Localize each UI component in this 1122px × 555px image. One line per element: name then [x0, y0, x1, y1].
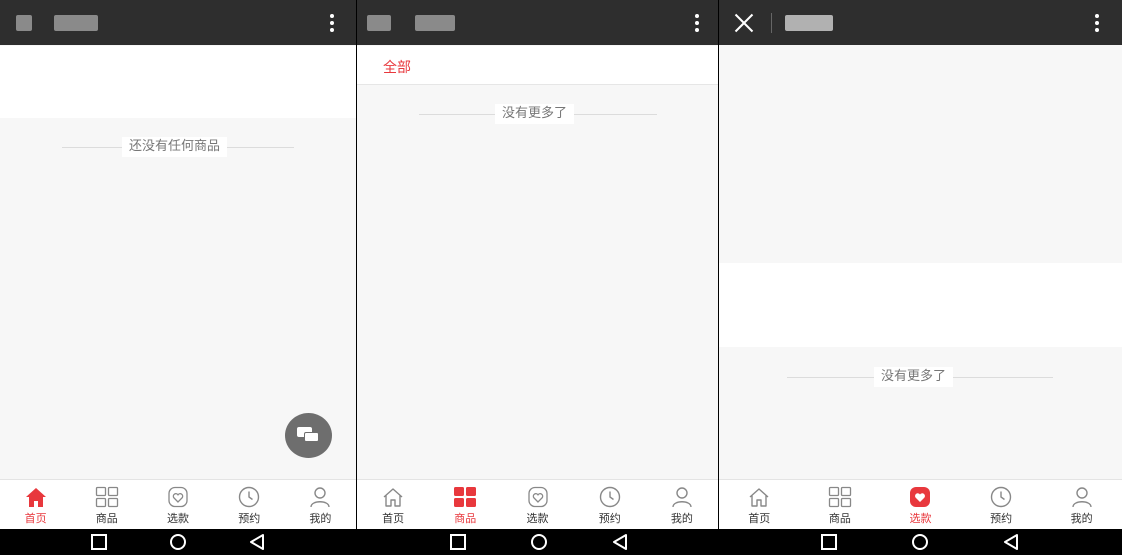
home-circle-icon[interactable]	[169, 534, 187, 550]
tab-label: 商品	[95, 512, 118, 525]
grid-icon	[453, 486, 477, 508]
back-triangle-icon[interactable]	[248, 534, 266, 550]
header-panel	[0, 46, 356, 118]
tab-person[interactable]: 我的	[646, 480, 718, 529]
screen-home: 还没有任何商品 首页 商品 选款 预约 我的	[0, 0, 356, 529]
category-tab-all[interactable]: 全部	[383, 57, 411, 77]
tab-grid[interactable]: 商品	[429, 480, 501, 529]
shop-title-blurred	[415, 15, 455, 31]
back-triangle-icon[interactable]	[1002, 534, 1020, 550]
home-icon	[747, 486, 771, 508]
clock-icon	[989, 486, 1013, 508]
tab-label: 商品	[828, 512, 851, 525]
more-menu-icon[interactable]	[325, 12, 339, 34]
system-navigation-bar	[0, 529, 1122, 555]
tab-heart-bag[interactable]: 选款	[880, 480, 961, 529]
tab-heart-bag[interactable]: 选款	[142, 480, 213, 529]
end-of-list: 没有更多了	[719, 367, 1122, 387]
shop-title-blurred	[367, 15, 391, 31]
screen-products: 全部 没有更多了 首页 商品 选款 预约 我的	[357, 0, 718, 529]
tab-label: 我的	[670, 512, 693, 525]
tab-label: 首页	[382, 512, 405, 525]
divider	[771, 13, 772, 33]
tab-label: 商品	[454, 512, 477, 525]
tab-grid[interactable]: 商品	[71, 480, 142, 529]
bottom-tab-bar: 首页 商品 选款 预约 我的	[719, 479, 1122, 529]
tab-label: 我的	[309, 512, 332, 525]
tab-label: 选款	[167, 512, 189, 525]
tab-label: 选款	[526, 512, 549, 525]
tab-label: 预约	[598, 512, 621, 525]
more-menu-icon[interactable]	[1090, 12, 1104, 34]
recent-apps-square-icon[interactable]	[449, 534, 467, 550]
top-bar	[719, 0, 1122, 45]
page-title-blurred	[785, 15, 833, 31]
heart-bag-icon	[166, 486, 190, 508]
end-of-list: 没有更多了	[357, 104, 718, 124]
empty-state: 还没有任何商品	[0, 137, 356, 157]
top-bar	[0, 0, 356, 45]
category-filter-bar: 全部	[357, 46, 718, 85]
heart-bag-icon	[908, 486, 932, 508]
bottom-tab-bar: 首页 商品 选款 预约 我的	[0, 479, 356, 529]
back-triangle-icon[interactable]	[611, 534, 629, 550]
person-icon	[1070, 486, 1094, 508]
tab-grid[interactable]: 商品	[800, 480, 881, 529]
more-menu-icon[interactable]	[690, 12, 704, 34]
shop-title-blurred	[16, 15, 32, 31]
recent-apps-square-icon[interactable]	[820, 534, 838, 550]
tab-label: 首页	[748, 512, 771, 525]
top-bar	[357, 0, 718, 45]
home-circle-icon[interactable]	[530, 534, 548, 550]
end-of-list-text: 没有更多了	[495, 104, 575, 124]
grid-icon	[95, 486, 119, 508]
tab-clock[interactable]: 预约	[214, 480, 285, 529]
screen-selection: 没有更多了 首页 商品 选款 预约 我的	[719, 0, 1122, 529]
tab-label: 预约	[238, 512, 261, 525]
tab-label: 选款	[909, 512, 932, 525]
tab-label: 首页	[24, 512, 47, 525]
clock-icon	[598, 486, 622, 508]
clock-icon	[237, 486, 261, 508]
tab-clock[interactable]: 预约	[961, 480, 1042, 529]
person-icon	[308, 486, 332, 508]
tab-heart-bag[interactable]: 选款	[501, 480, 573, 529]
tab-person[interactable]: 我的	[285, 480, 356, 529]
heart-bag-icon	[526, 486, 550, 508]
tab-home[interactable]: 首页	[719, 480, 800, 529]
tab-label: 预约	[990, 512, 1013, 525]
tab-clock[interactable]: 预约	[574, 480, 646, 529]
tab-person[interactable]: 我的	[1041, 480, 1122, 529]
home-icon	[381, 486, 405, 508]
empty-state-text: 还没有任何商品	[122, 137, 228, 157]
content-panel	[719, 263, 1122, 347]
end-of-list-text: 没有更多了	[874, 367, 954, 387]
shop-title-blurred	[54, 15, 98, 31]
close-icon[interactable]	[733, 12, 755, 34]
recent-apps-square-icon[interactable]	[90, 534, 108, 550]
person-icon	[670, 486, 694, 508]
bottom-tab-bar: 首页 商品 选款 预约 我的	[357, 479, 718, 529]
home-circle-icon[interactable]	[911, 534, 929, 550]
customer-service-button[interactable]	[285, 413, 332, 458]
tab-home[interactable]: 首页	[357, 480, 429, 529]
tab-home[interactable]: 首页	[0, 480, 71, 529]
grid-icon	[828, 486, 852, 508]
tab-label: 我的	[1070, 512, 1093, 525]
home-icon	[24, 486, 48, 508]
